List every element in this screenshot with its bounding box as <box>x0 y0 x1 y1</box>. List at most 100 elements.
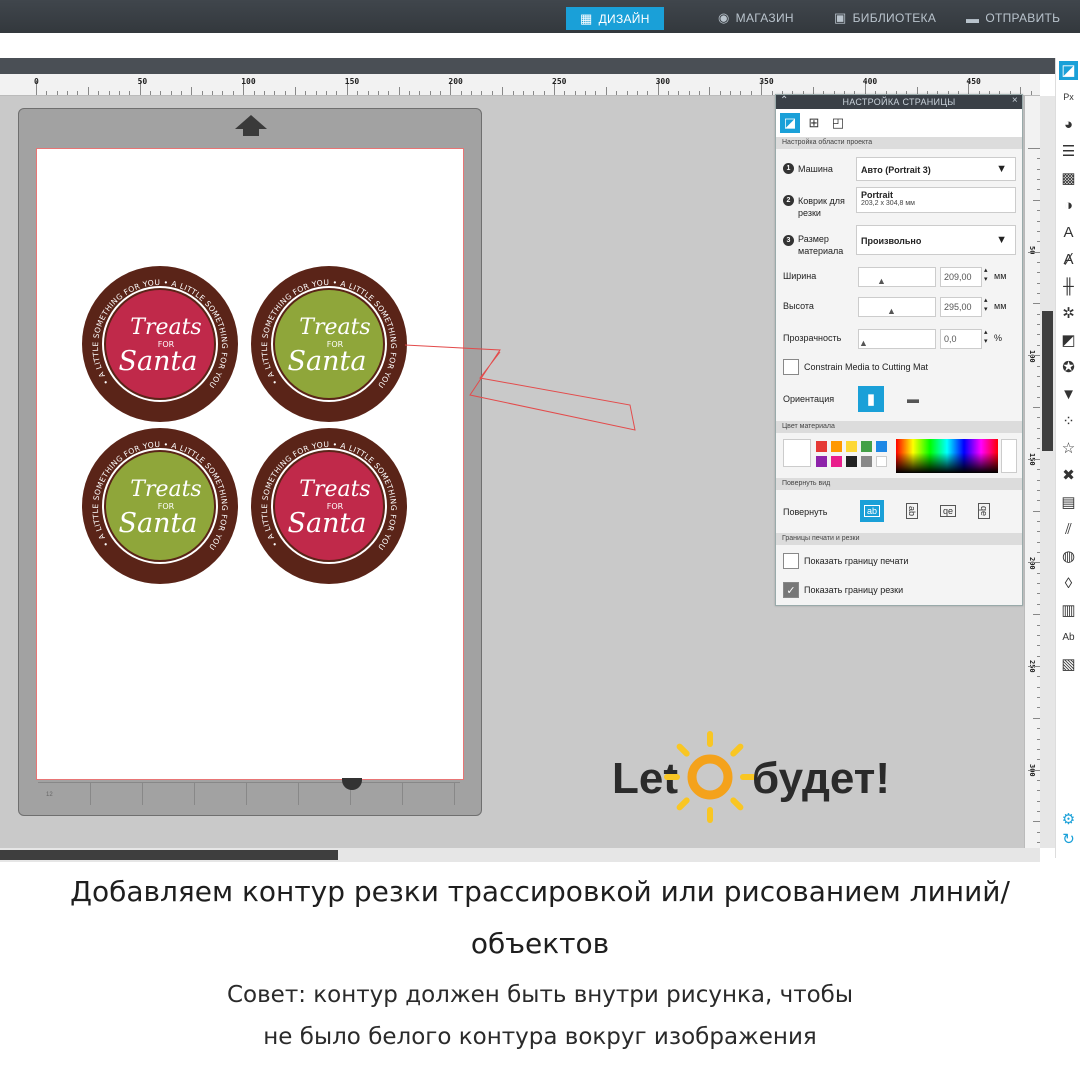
machine-row: 1 Машина Авто (Portrait 3) ▼ <box>776 157 1022 181</box>
width-input[interactable]: 209,00 <box>940 267 982 287</box>
badge-line1: Treats <box>130 315 201 340</box>
modify-icon[interactable]: ◩ <box>1059 331 1078 350</box>
slider-handle-icon[interactable]: ▲ <box>859 338 868 348</box>
opacity-slider[interactable]: ▲ <box>858 329 936 349</box>
landscape-orientation-icon[interactable]: ▬ <box>900 386 926 412</box>
pixscan-icon[interactable]: Px <box>1059 88 1078 107</box>
design-store-icon[interactable]: ▧ <box>1059 655 1078 674</box>
slider-handle-icon[interactable]: ▲ <box>887 306 896 316</box>
color-preview <box>1001 439 1017 473</box>
rotate-0-button[interactable]: ab <box>860 500 884 522</box>
media-select[interactable]: Произвольно ▼ <box>856 225 1016 255</box>
tab-grid-icon[interactable]: ⊞ <box>804 113 824 133</box>
badge-line1: Treats <box>299 477 370 502</box>
color-swatch[interactable] <box>876 441 887 452</box>
font-library-icon[interactable]: Ab <box>1059 628 1078 647</box>
opacity-input[interactable]: 0,0 <box>940 329 982 349</box>
machine-select[interactable]: Авто (Portrait 3) ▼ <box>856 157 1016 181</box>
current-media-color[interactable] <box>783 439 811 467</box>
cut-border-row: ✓ Показать границу резки <box>776 580 1022 602</box>
mat-label: Коврик для резки <box>798 196 845 218</box>
slider-handle-icon[interactable]: ▲ <box>877 276 886 286</box>
mat-row: 2 Коврик для резки Portrait 203,2 x 304,… <box>776 187 1022 218</box>
settings-gear-icon[interactable]: ⚙ <box>1059 810 1078 829</box>
section-media-color: Цвет материала <box>776 421 1022 433</box>
offset-icon[interactable]: ✪ <box>1059 358 1078 377</box>
page-setup-icon[interactable]: ◪ <box>1059 61 1078 80</box>
trace-icon[interactable]: ▼ <box>1059 385 1078 404</box>
replicate-icon[interactable]: ✲ <box>1059 304 1078 323</box>
mat-select[interactable]: Portrait 203,2 x 304,8 мм <box>856 187 1016 213</box>
height-stepper-icon[interactable]: ▴ ▾ <box>984 296 988 314</box>
collapse-icon[interactable]: ⌃ <box>780 95 789 106</box>
opacity-row: Прозрачность ▲ 0,0 ▴ ▾ % <box>776 327 1022 351</box>
cut-line-sketch <box>404 344 636 431</box>
right-toolbar: ◪ Px ◕ ☰ ▩ ◑ A Ⱥ ╫ ✲ ◩ ✪ ▼ ⁘ ☆ ✖ ▤ ⫽ ◍ ◊… <box>1055 58 1080 858</box>
portrait-orientation-icon[interactable]: ▮ <box>858 386 884 412</box>
height-input[interactable]: 295,00 <box>940 297 982 317</box>
color-swatch[interactable] <box>816 456 827 467</box>
library-panel-icon[interactable]: ▥ <box>1059 601 1078 620</box>
badge-red[interactable]: • A LITTLE SOMETHING FOR YOU • A LITTLE … <box>64 251 255 441</box>
star-outline-icon[interactable]: ☆ <box>1059 439 1078 458</box>
rotate-90-button[interactable]: ab <box>901 499 923 523</box>
color-swatch[interactable] <box>861 441 872 452</box>
chevron-down-icon: ▼ <box>996 163 1007 175</box>
height-slider[interactable]: ▲ <box>858 297 936 317</box>
color-swatch[interactable] <box>831 441 842 452</box>
color-swatch[interactable] <box>846 456 857 467</box>
badge-line3: Santa <box>288 508 367 539</box>
media-label: Размер материала <box>798 234 844 256</box>
caption-tip-line1: Совет: контур должен быть внутри рисунка… <box>226 982 854 1008</box>
color-swatch[interactable] <box>876 456 887 467</box>
text-path-icon[interactable]: Ⱥ <box>1059 250 1078 269</box>
hatch-icon[interactable]: ⫽ <box>1059 520 1078 539</box>
rotate-180-button[interactable]: qe <box>936 500 960 522</box>
sketch-icon[interactable]: ⁘ <box>1059 412 1078 431</box>
panel-header: ⌃ НАСТРОЙКА СТРАНИЦЫ × <box>776 95 1022 109</box>
transform-icon[interactable]: ✖ <box>1059 466 1078 485</box>
badge-green[interactable]: • A LITTLE SOMETHING FOR YOU • A LITTLE … <box>64 413 255 603</box>
rotate-label: Повернуть <box>783 507 828 517</box>
cut-border-checkbox[interactable]: ✓ <box>783 582 799 598</box>
badge-line1: Treats <box>130 477 201 502</box>
badge-line3: Santa <box>119 508 198 539</box>
constrain-checkbox[interactable] <box>783 359 799 375</box>
width-slider[interactable]: ▲ <box>858 267 936 287</box>
fill-color-icon[interactable]: ◕ <box>1059 115 1078 134</box>
shadow-icon[interactable]: ◑ <box>1059 196 1078 215</box>
opacity-stepper-icon[interactable]: ▴ ▾ <box>984 328 988 346</box>
tab-page-icon[interactable]: ◪ <box>780 113 800 133</box>
badge-red[interactable]: • A LITTLE SOMETHING FOR YOU • A LITTLE … <box>233 413 424 603</box>
fill-pattern-icon[interactable]: ▩ <box>1059 169 1078 188</box>
logo-graphic: Let будет! <box>612 731 890 823</box>
print-border-checkbox[interactable] <box>783 553 799 569</box>
line-style-icon[interactable]: ☰ <box>1059 142 1078 161</box>
rhinestone-icon[interactable]: ◍ <box>1059 547 1078 566</box>
rotate-270-button[interactable]: qe <box>973 499 995 523</box>
cut-border-label: Показать границу резки <box>804 585 904 595</box>
color-spectrum-picker[interactable] <box>896 439 998 473</box>
sync-icon[interactable]: ↻ <box>1059 830 1078 849</box>
color-swatch[interactable] <box>846 441 857 452</box>
tab-registration-icon[interactable]: ◰ <box>828 113 848 133</box>
constrain-row: Constrain Media to Cutting Mat <box>776 357 1022 379</box>
panel-tabs: ◪ ⊞ ◰ <box>776 109 1022 137</box>
height-row: Высота ▲ 295,00 ▴ ▾ мм <box>776 295 1022 319</box>
width-stepper-icon[interactable]: ▴ ▾ <box>984 266 988 284</box>
text-style-icon[interactable]: A <box>1059 223 1078 242</box>
color-swatch[interactable] <box>861 456 872 467</box>
chevron-down-icon: ▼ <box>996 234 1007 246</box>
color-swatch[interactable] <box>816 441 827 452</box>
rotate-0-label: ab <box>863 505 880 517</box>
badge-green[interactable]: • A LITTLE SOMETHING FOR YOU • A LITTLE … <box>233 251 424 441</box>
close-icon[interactable]: × <box>1012 95 1018 106</box>
panel-title: НАСТРОЙКА СТРАНИЦЫ <box>842 97 956 107</box>
stack-icon[interactable]: ▤ <box>1059 493 1078 512</box>
color-swatch[interactable] <box>831 456 842 467</box>
orientation-label: Ориентация <box>783 394 835 404</box>
align-icon[interactable]: ╫ <box>1059 277 1078 296</box>
emboss-icon[interactable]: ◊ <box>1059 574 1078 593</box>
section-project-area: Настройка области проекта <box>776 137 1022 149</box>
machine-label: Машина <box>798 164 833 174</box>
